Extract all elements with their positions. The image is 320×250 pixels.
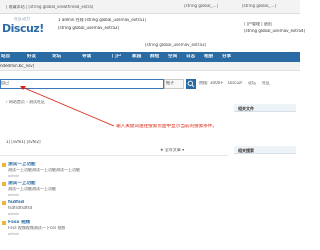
sidebar-title-1: 相关文件	[238, 106, 254, 111]
thread-summary-1: 测试一上功能测试一上功能测试一上功能	[8, 168, 80, 172]
sidebar-related-files: 相关文件	[234, 104, 296, 112]
thread-icon	[2, 221, 6, 225]
thread-meta-2[interactable]: admin	[8, 193, 19, 197]
thread-meta-3[interactable]: admin	[8, 212, 19, 216]
annotation-text: 输入关键词送往搜索页面中显示当前的搜索条件。	[116, 124, 218, 129]
thread-title-1[interactable]: 测试一上功能	[8, 162, 36, 168]
thread-icon	[2, 163, 6, 167]
thread-summary-4: Fsss 视频视频测试一下css 视频	[8, 226, 66, 230]
thread-meta-4[interactable]: admin	[8, 232, 19, 236]
thread-summary-2: 测试一上功能测试一上功能	[8, 187, 56, 191]
sidebar-title-2: 相关搜索	[238, 148, 254, 153]
sort-select[interactable]: ★ 全年文章 ▾	[160, 148, 184, 153]
thread-meta-1[interactable]: admin	[8, 174, 19, 178]
thread-list-header: 1] [svfe1] [svfe2]	[6, 140, 41, 144]
thread-icon	[2, 201, 6, 205]
thread-summary-3: fsdfsdfsdfsd	[8, 206, 33, 210]
thread-title-3[interactable]: fsdfsd	[8, 200, 24, 206]
list-divider	[0, 155, 228, 156]
sidebar-related-search: 相关搜索	[234, 146, 296, 154]
thread-icon	[2, 182, 6, 186]
thread-title-4[interactable]: Fsss 视频	[8, 220, 30, 226]
thread-title-2[interactable]: 测试一上功能	[8, 181, 36, 187]
